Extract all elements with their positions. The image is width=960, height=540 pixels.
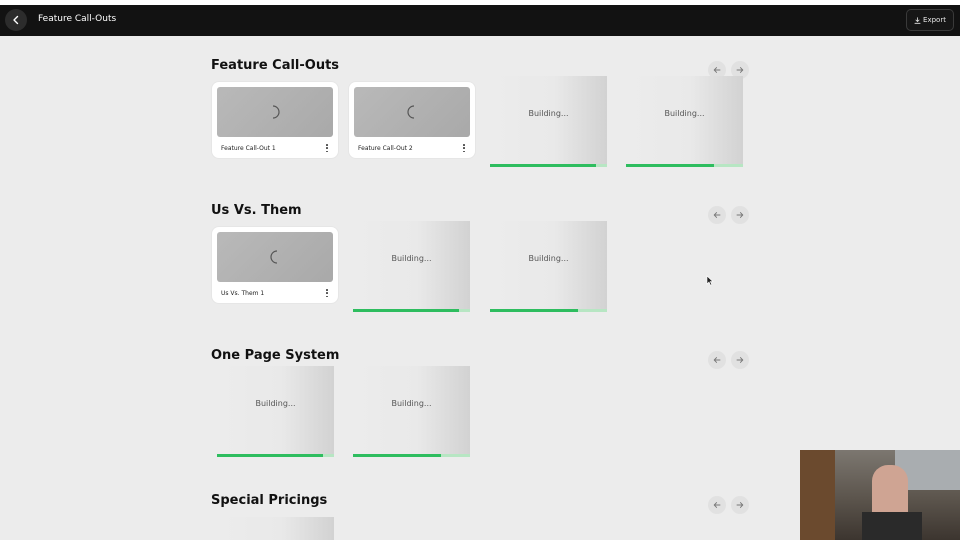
- card-thumbnail: [217, 87, 333, 137]
- building-label: Building...: [664, 109, 705, 118]
- progress-bar: [217, 454, 334, 457]
- section-title: Special Pricings: [211, 493, 328, 508]
- building-placeholder: Building...: [490, 221, 607, 312]
- scroll-left-button[interactable]: [708, 206, 726, 224]
- top-bar: Feature Call-Outs Export: [0, 5, 960, 36]
- export-label: Export: [923, 16, 946, 24]
- building-label: Building...: [528, 109, 569, 118]
- section-title: Feature Call-Outs: [211, 58, 340, 73]
- webcam-background-wall: [800, 450, 835, 540]
- webcam-person-shirt: [862, 512, 922, 540]
- building-placeholder: Building...: [217, 366, 334, 457]
- arrow-left-icon: [713, 67, 721, 73]
- template-card[interactable]: Feature Call-Out 2: [349, 82, 475, 158]
- scroll-left-button[interactable]: [708, 351, 726, 369]
- building-placeholder: Building...: [353, 221, 470, 312]
- card-thumbnail: [354, 87, 470, 137]
- arrow-left-icon: [713, 357, 721, 363]
- section-feature-call-outs: Feature Call-Outs Feature Call-Out 1 Fea…: [0, 58, 960, 203]
- arrow-right-icon: [736, 502, 744, 508]
- page-title: Feature Call-Outs: [38, 14, 117, 24]
- building-label: Building...: [391, 254, 432, 263]
- building-placeholder: Building...: [353, 366, 470, 457]
- download-icon: [914, 16, 921, 24]
- progress-bar: [626, 164, 743, 167]
- card-label: Feature Call-Out 1: [221, 145, 276, 152]
- loading-spinner-icon: [270, 250, 278, 264]
- arrow-left-icon: [713, 212, 721, 218]
- progress-bar: [353, 454, 470, 457]
- building-placeholder: Building...: [490, 76, 607, 167]
- webcam-overlay: [800, 450, 960, 540]
- chevron-left-icon: [13, 15, 19, 25]
- scroll-left-button[interactable]: [708, 496, 726, 514]
- loading-spinner-icon: [272, 105, 280, 119]
- building-label: Building...: [255, 399, 296, 408]
- template-card[interactable]: Feature Call-Out 1: [212, 82, 338, 158]
- more-options-icon[interactable]: [461, 143, 467, 153]
- scroll-right-button[interactable]: [731, 496, 749, 514]
- card-label: Feature Call-Out 2: [358, 145, 413, 152]
- building-placeholder: [217, 517, 334, 540]
- scroll-right-button[interactable]: [731, 351, 749, 369]
- scroll-right-button[interactable]: [731, 206, 749, 224]
- arrow-right-icon: [736, 212, 744, 218]
- loading-spinner-icon: [407, 105, 415, 119]
- mouse-cursor-icon: [706, 275, 714, 286]
- section-title: Us Vs. Them: [211, 203, 302, 218]
- building-label: Building...: [528, 254, 569, 263]
- arrow-right-icon: [736, 67, 744, 73]
- arrow-right-icon: [736, 357, 744, 363]
- more-options-icon[interactable]: [324, 288, 330, 298]
- arrow-left-icon: [713, 502, 721, 508]
- more-options-icon[interactable]: [324, 143, 330, 153]
- section-us-vs-them: Us Vs. Them Us Vs. Them 1 Building... Bu…: [0, 203, 960, 348]
- card-label: Us Vs. Them 1: [221, 290, 265, 297]
- section-title: One Page System: [211, 348, 340, 363]
- building-label: Building...: [391, 399, 432, 408]
- card-thumbnail: [217, 232, 333, 282]
- template-card[interactable]: Us Vs. Them 1: [212, 227, 338, 303]
- back-button[interactable]: [5, 9, 27, 31]
- building-placeholder: Building...: [626, 76, 743, 167]
- progress-bar: [490, 164, 607, 167]
- progress-bar: [353, 309, 470, 312]
- progress-bar: [490, 309, 607, 312]
- export-button[interactable]: Export: [906, 9, 954, 31]
